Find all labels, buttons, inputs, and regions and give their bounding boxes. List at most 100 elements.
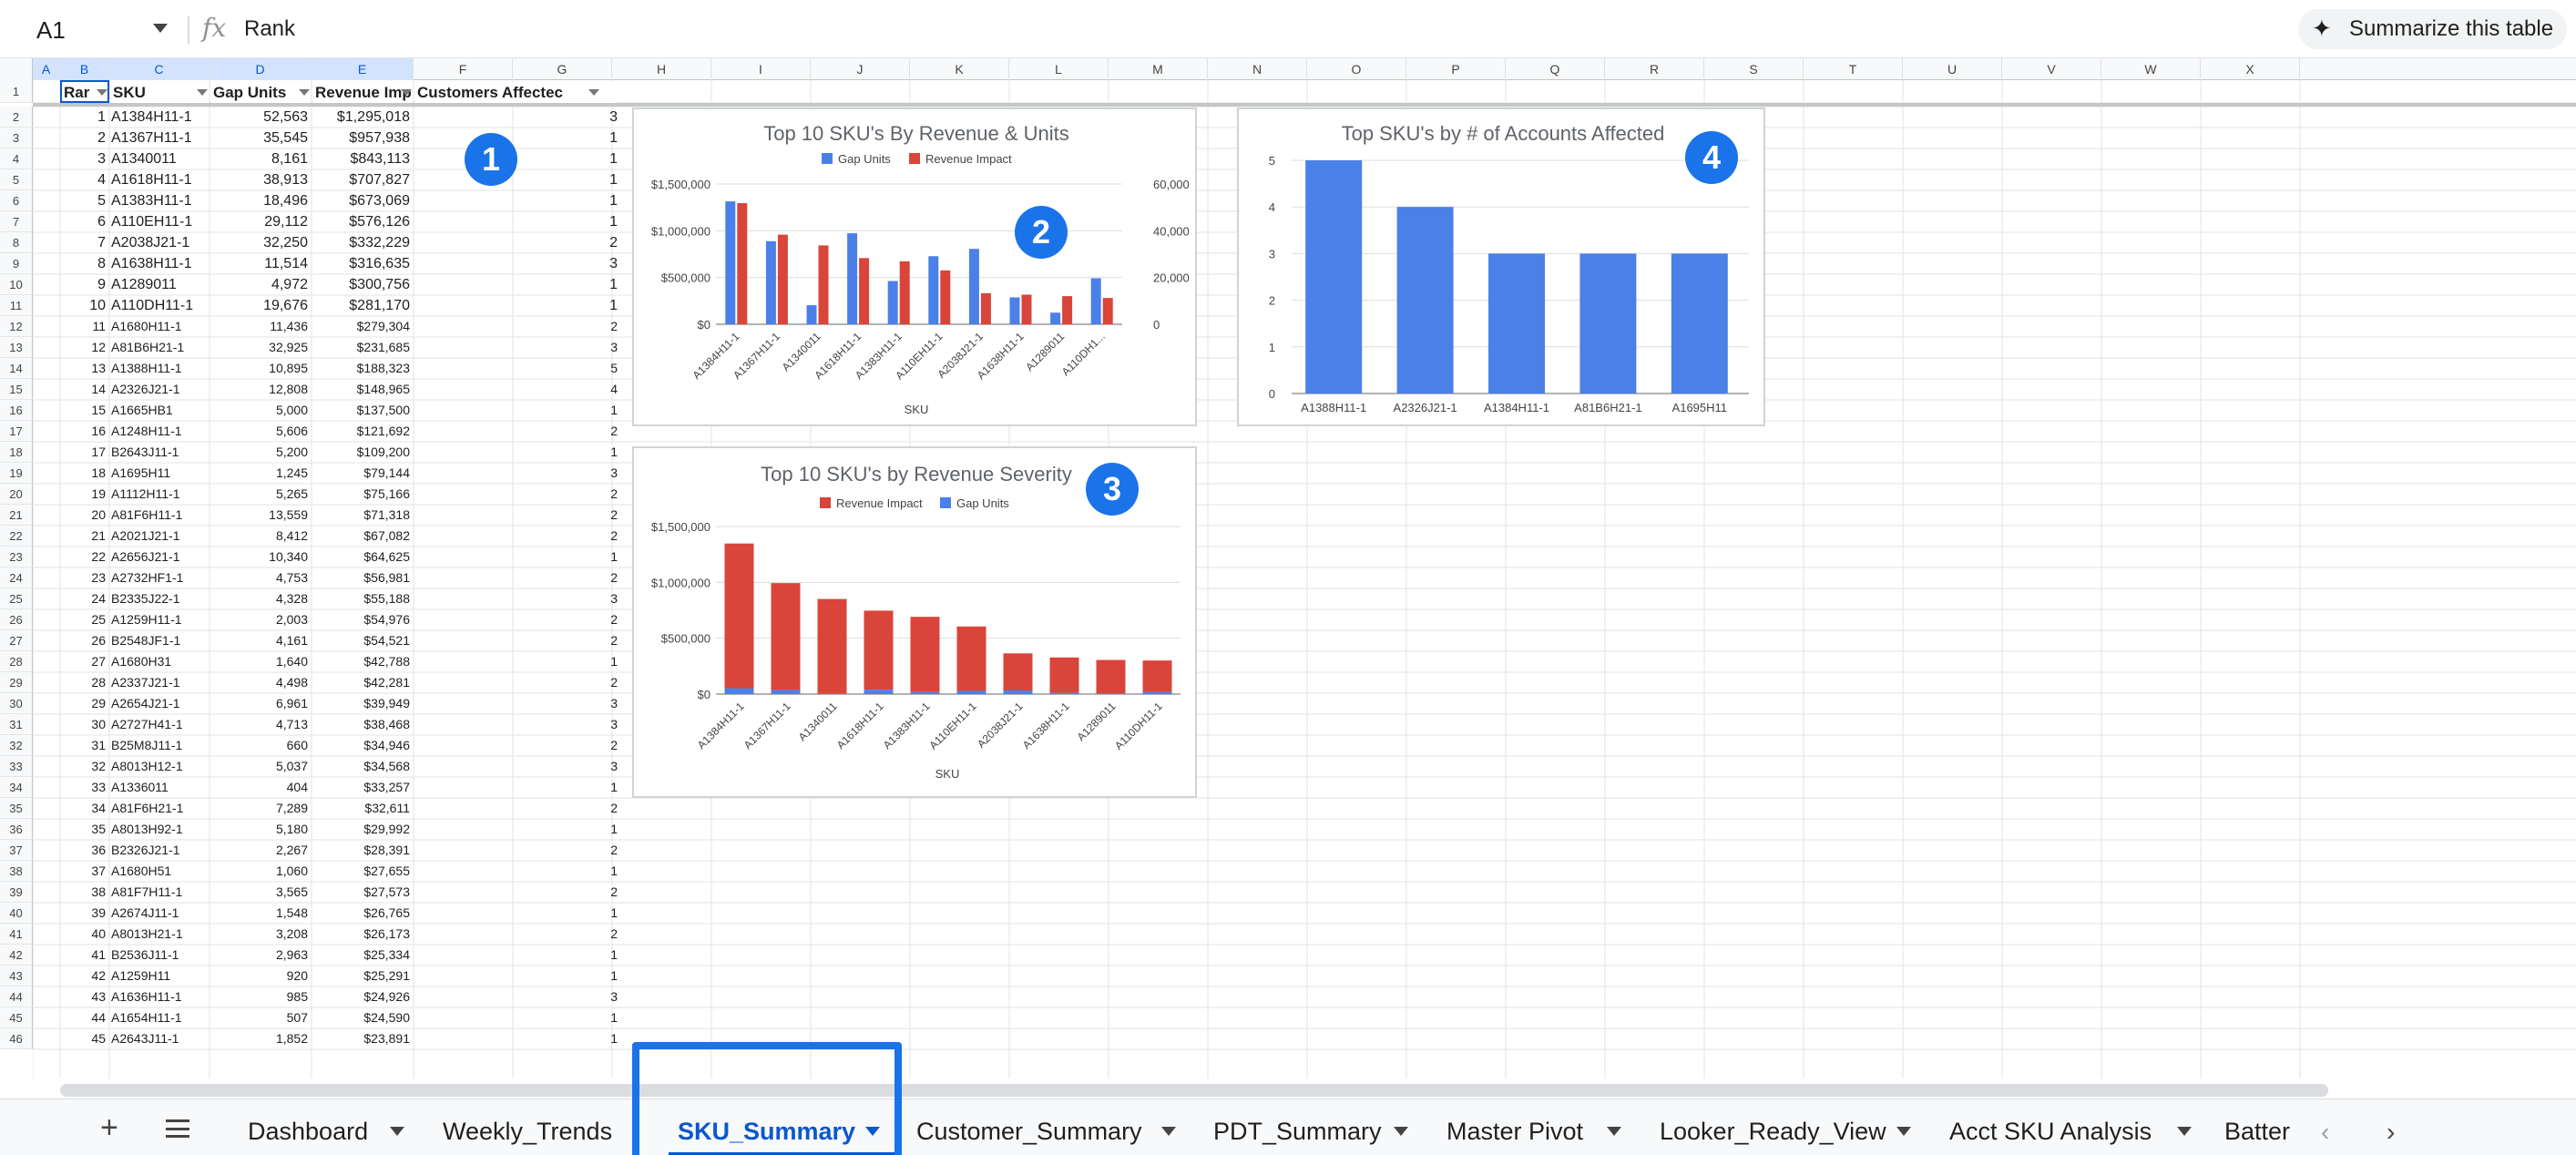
table-cell[interactable]: 1 bbox=[415, 777, 618, 798]
sku-cell[interactable]: A8013H12-1 bbox=[111, 756, 206, 777]
row-number[interactable]: 17 bbox=[0, 421, 33, 442]
table-cell[interactable]: 13 bbox=[62, 358, 106, 379]
table-cell[interactable]: 1 bbox=[415, 861, 618, 882]
table-cell[interactable]: $1,295,018 bbox=[313, 107, 410, 128]
table-cell[interactable]: $56,981 bbox=[313, 567, 410, 588]
column-header-n[interactable]: N bbox=[1208, 58, 1307, 80]
column-header-f[interactable]: F bbox=[414, 58, 513, 80]
column-header-d[interactable]: D bbox=[210, 58, 312, 80]
table-cell[interactable]: 1 bbox=[415, 295, 618, 316]
table-cell[interactable]: $38,468 bbox=[313, 714, 410, 735]
table-cell[interactable]: 1 bbox=[415, 1028, 618, 1049]
sku-cell[interactable]: A81F7H11-1 bbox=[111, 882, 206, 903]
sku-cell[interactable]: A1259H11-1 bbox=[111, 609, 206, 630]
row-number[interactable]: 28 bbox=[0, 651, 33, 672]
sku-cell[interactable]: A2732HF1-1 bbox=[111, 567, 206, 588]
sku-cell[interactable]: B2548JF1-1 bbox=[111, 630, 206, 651]
table-cell[interactable]: 36 bbox=[62, 840, 106, 861]
table-cell[interactable]: 3 bbox=[415, 714, 618, 735]
table-cell[interactable]: 19,676 bbox=[211, 295, 308, 316]
row-number[interactable]: 10 bbox=[0, 274, 33, 295]
table-cell[interactable]: 17 bbox=[62, 442, 106, 463]
table-cell[interactable]: 27 bbox=[62, 651, 106, 672]
column-header-v[interactable]: V bbox=[2002, 58, 2101, 80]
filter-icon[interactable] bbox=[401, 89, 412, 96]
table-cell[interactable]: 10,340 bbox=[211, 547, 308, 567]
row-number[interactable]: 42 bbox=[0, 945, 33, 966]
column-header-b[interactable]: B bbox=[60, 58, 109, 80]
table-cell[interactable]: $33,257 bbox=[313, 777, 410, 798]
table-cell[interactable]: 33 bbox=[62, 777, 106, 798]
table-cell[interactable]: 19 bbox=[62, 484, 106, 505]
table-cell[interactable]: 39 bbox=[62, 903, 106, 924]
row-number[interactable]: 34 bbox=[0, 777, 33, 798]
column-header-c[interactable]: C bbox=[109, 58, 210, 80]
chevron-down-icon[interactable] bbox=[1394, 1127, 1408, 1136]
table-cell[interactable]: 985 bbox=[211, 986, 308, 1007]
table-cell[interactable]: 4 bbox=[62, 169, 106, 190]
table-cell[interactable]: 10,895 bbox=[211, 358, 308, 379]
column-header-e[interactable]: E bbox=[312, 58, 414, 80]
table-cell[interactable]: 6,961 bbox=[211, 693, 308, 714]
sku-cell[interactable]: A1388H11-1 bbox=[111, 358, 206, 379]
sheet-tab-batter[interactable]: Batter bbox=[2224, 1099, 2290, 1155]
table-cell[interactable]: 5,606 bbox=[211, 421, 308, 442]
row-number[interactable]: 14 bbox=[0, 358, 33, 379]
column-header-k[interactable]: K bbox=[910, 58, 1009, 80]
table-cell[interactable]: 30 bbox=[62, 714, 106, 735]
table-cell[interactable]: 3 bbox=[415, 588, 618, 609]
sku-cell[interactable]: A1680H51 bbox=[111, 861, 206, 882]
table-cell[interactable]: 38,913 bbox=[211, 169, 308, 190]
table-cell[interactable]: 11,436 bbox=[211, 316, 308, 337]
table-cell[interactable]: $109,200 bbox=[313, 442, 410, 463]
table-cell[interactable]: 38 bbox=[62, 882, 106, 903]
table-cell[interactable]: 11,514 bbox=[211, 253, 308, 274]
table-cell[interactable]: 4,498 bbox=[211, 672, 308, 693]
table-cell[interactable]: 2 bbox=[62, 128, 106, 148]
row-number[interactable]: 45 bbox=[0, 1007, 33, 1028]
sku-cell[interactable]: B2643J11-1 bbox=[111, 442, 206, 463]
row-number[interactable]: 29 bbox=[0, 672, 33, 693]
column-header-t[interactable]: T bbox=[1804, 58, 1903, 80]
table-cell[interactable]: 28 bbox=[62, 672, 106, 693]
column-header-m[interactable]: M bbox=[1109, 58, 1208, 80]
table-cell[interactable]: $28,391 bbox=[313, 840, 410, 861]
table-cell[interactable]: 5,000 bbox=[211, 400, 308, 421]
table-cell[interactable]: 1 bbox=[62, 107, 106, 128]
table-cell[interactable]: $279,304 bbox=[313, 316, 410, 337]
table-cell[interactable]: $67,082 bbox=[313, 526, 410, 547]
table-cell[interactable]: 10 bbox=[62, 295, 106, 316]
table-cell[interactable]: $39,949 bbox=[313, 693, 410, 714]
row-number[interactable]: 39 bbox=[0, 882, 33, 903]
table-cell[interactable]: 16 bbox=[62, 421, 106, 442]
table-cell[interactable]: 8 bbox=[62, 253, 106, 274]
row-number[interactable]: 22 bbox=[0, 526, 33, 547]
table-cell[interactable]: 5 bbox=[62, 190, 106, 211]
table-cell[interactable]: 2 bbox=[415, 630, 618, 651]
table-cell[interactable]: $957,938 bbox=[313, 128, 410, 148]
row-number[interactable]: 2 bbox=[0, 107, 33, 128]
table-cell[interactable]: $281,170 bbox=[313, 295, 410, 316]
table-cell[interactable]: $843,113 bbox=[313, 148, 410, 169]
sku-cell[interactable]: A1618H11-1 bbox=[111, 169, 206, 190]
sku-cell[interactable]: A2326J21-1 bbox=[111, 379, 206, 400]
table-cell[interactable]: 43 bbox=[62, 986, 106, 1007]
chevron-down-icon[interactable] bbox=[1161, 1127, 1176, 1136]
chart-revenue-severity[interactable]: Top 10 SKU's by Revenue Severity Revenue… bbox=[632, 446, 1197, 798]
table-cell[interactable]: 2 bbox=[415, 672, 618, 693]
sheet-tab-looker-ready-view[interactable]: Looker_Ready_View bbox=[1660, 1099, 1886, 1155]
table-cell[interactable]: 7 bbox=[62, 232, 106, 253]
column-title[interactable]: Customers Affectec bbox=[415, 82, 618, 103]
table-cell[interactable]: 8,161 bbox=[211, 148, 308, 169]
table-cell[interactable]: $79,144 bbox=[313, 463, 410, 484]
table-cell[interactable]: 4,161 bbox=[211, 630, 308, 651]
table-cell[interactable]: 45 bbox=[62, 1028, 106, 1049]
sheet-tab-customer-summary[interactable]: Customer_Summary bbox=[916, 1099, 1142, 1155]
formula-input[interactable]: Rank bbox=[244, 16, 295, 42]
table-cell[interactable]: 2 bbox=[415, 609, 618, 630]
table-cell[interactable]: $42,788 bbox=[313, 651, 410, 672]
table-cell[interactable]: 1 bbox=[415, 400, 618, 421]
table-cell[interactable]: 21 bbox=[62, 526, 106, 547]
row-number[interactable]: 4 bbox=[0, 148, 33, 169]
column-header-s[interactable]: S bbox=[1704, 58, 1804, 80]
